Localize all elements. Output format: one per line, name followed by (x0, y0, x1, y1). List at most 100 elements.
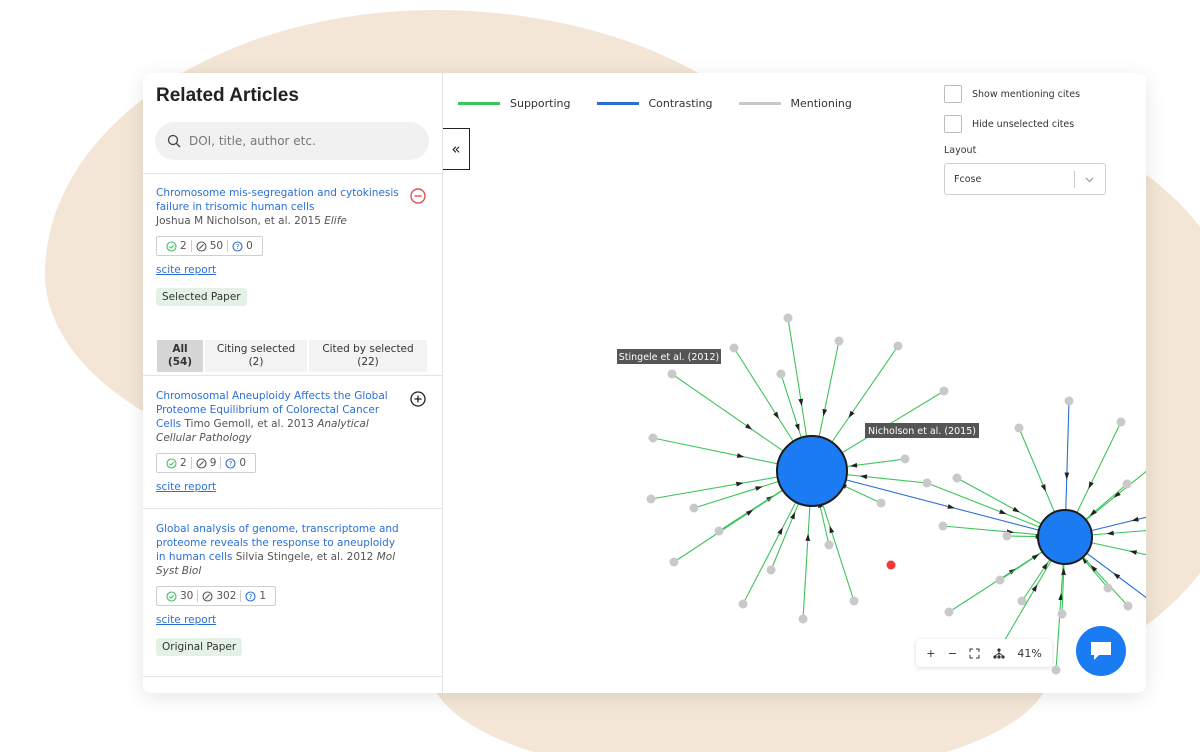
citation-node[interactable] (714, 526, 724, 536)
chat-button[interactable] (1076, 626, 1126, 676)
zoom-level: 41% (1017, 646, 1042, 660)
edge-arrow (1064, 472, 1070, 480)
citation-node[interactable] (1064, 396, 1074, 406)
contrasting-count: 0 (246, 240, 253, 252)
main-node-nicholson[interactable] (1037, 509, 1093, 565)
tab-cited-label: Cited by selected (322, 343, 414, 355)
contrasting-icon: ? (232, 240, 243, 252)
supporting-count: 2 (180, 240, 187, 252)
citation-node[interactable] (1116, 417, 1126, 427)
article-authors: Timo Gemoll, et al. 2013 (184, 418, 314, 430)
citation-node[interactable] (939, 386, 949, 396)
tab-citing-selected[interactable]: Citing selected (2) (205, 340, 309, 372)
tab-citing-count: (2) (248, 356, 264, 368)
edge-arrow (745, 423, 753, 430)
citation-counts: 2 9 ? 0 (156, 453, 257, 473)
edge-arrow (798, 398, 804, 407)
citation-node[interactable] (900, 454, 910, 464)
svg-text:?: ? (249, 593, 253, 601)
remove-icon[interactable] (410, 188, 426, 204)
scite-report-link[interactable]: scite report (156, 614, 406, 626)
citation-node[interactable] (824, 540, 834, 550)
edge-arrow (859, 474, 868, 480)
app-window: Related Articles Chromosome mis-segregat… (143, 73, 1146, 693)
fit-view-button[interactable] (969, 648, 980, 659)
citation-node[interactable] (776, 369, 786, 379)
citation-node[interactable] (669, 557, 679, 567)
mentioning-count: 9 (209, 457, 217, 469)
related-articles-panel: Related Articles Chromosome mis-segregat… (143, 73, 443, 693)
edge-arrow (829, 525, 835, 534)
mentioning-icon (196, 457, 207, 469)
citation-node[interactable] (922, 478, 932, 488)
supporting-icon (166, 240, 177, 252)
fit-icon (969, 648, 980, 658)
list-item: Chromosomal Aneuploidy Affects the Globa… (156, 389, 426, 493)
citation-node[interactable] (689, 503, 699, 513)
citation-node[interactable] (876, 498, 886, 508)
citation-node[interactable] (938, 521, 948, 531)
tab-cited-count: (22) (357, 356, 379, 368)
add-icon[interactable] (410, 391, 426, 407)
scite-report-link[interactable]: scite report (156, 264, 406, 276)
citation-node[interactable] (1002, 531, 1012, 541)
citation-node[interactable] (849, 596, 859, 606)
node-label-nicholson: Nicholson et al. (2015) (865, 423, 979, 438)
contrasting-icon: ? (225, 457, 236, 469)
citation-node[interactable] (893, 341, 903, 351)
tab-all[interactable]: All (54) (157, 340, 205, 372)
divider (143, 375, 442, 376)
citation-node[interactable] (1103, 583, 1113, 593)
edge-arrow (1040, 484, 1046, 492)
citation-node[interactable] (952, 473, 962, 483)
edge-arrow (777, 527, 783, 535)
citation-graph[interactable]: Stingele et al. (2012) Nicholson et al. … (443, 73, 1146, 693)
reset-layout-button[interactable] (993, 647, 1005, 659)
citation-node[interactable] (1051, 665, 1061, 675)
search-bar[interactable] (155, 122, 429, 160)
contrasting-count: 1 (259, 590, 267, 602)
search-icon (167, 134, 181, 148)
citation-node[interactable] (798, 614, 808, 624)
panel-title: Related Articles (156, 85, 299, 106)
article-title-link[interactable]: Chromosome mis-segregation and cytokines… (156, 186, 406, 214)
divider (143, 676, 442, 677)
citation-node[interactable] (648, 433, 658, 443)
edge-arrow (805, 533, 811, 541)
edge-arrow (947, 504, 956, 509)
citation-node[interactable] (667, 369, 677, 379)
citation-node[interactable] (1017, 596, 1027, 606)
contrasting-edge (811, 470, 1066, 538)
zoom-in-button[interactable]: + (926, 647, 935, 660)
supporting-icon (166, 457, 177, 469)
selected-article: Chromosome mis-segregation and cytokines… (156, 186, 426, 306)
edge-arrow (999, 509, 1007, 515)
zoom-controls: + − 41% (916, 639, 1052, 667)
citation-node[interactable] (738, 599, 748, 609)
citation-node[interactable] (944, 607, 954, 617)
article-authors: Silvia Stingele, et al. 2012 (235, 551, 374, 563)
main-node-stingele[interactable] (776, 435, 848, 507)
tab-all-count: (54) (167, 356, 193, 368)
citation-node[interactable] (646, 494, 656, 504)
edge-arrow (1031, 554, 1040, 561)
citation-node[interactable] (729, 343, 739, 353)
zoom-out-button[interactable]: − (948, 647, 957, 660)
hierarchy-icon (993, 647, 1005, 659)
mentioning-count: 50 (209, 240, 224, 252)
citation-node[interactable] (1014, 423, 1024, 433)
chat-icon (1091, 642, 1111, 660)
highlighted-node[interactable] (886, 560, 896, 570)
scite-report-link[interactable]: scite report (156, 481, 406, 493)
edge-arrow (1012, 506, 1020, 513)
citation-node[interactable] (834, 336, 844, 346)
citation-node[interactable] (766, 565, 776, 575)
edge-arrow (1129, 550, 1138, 555)
citation-node[interactable] (1123, 601, 1133, 611)
citation-node[interactable] (783, 313, 793, 323)
tab-cited-by-selected[interactable]: Cited by selected (22) (309, 340, 427, 372)
citation-node[interactable] (1122, 479, 1132, 489)
search-input[interactable] (189, 134, 409, 148)
citation-node[interactable] (995, 575, 1005, 585)
citation-node[interactable] (1057, 609, 1067, 619)
